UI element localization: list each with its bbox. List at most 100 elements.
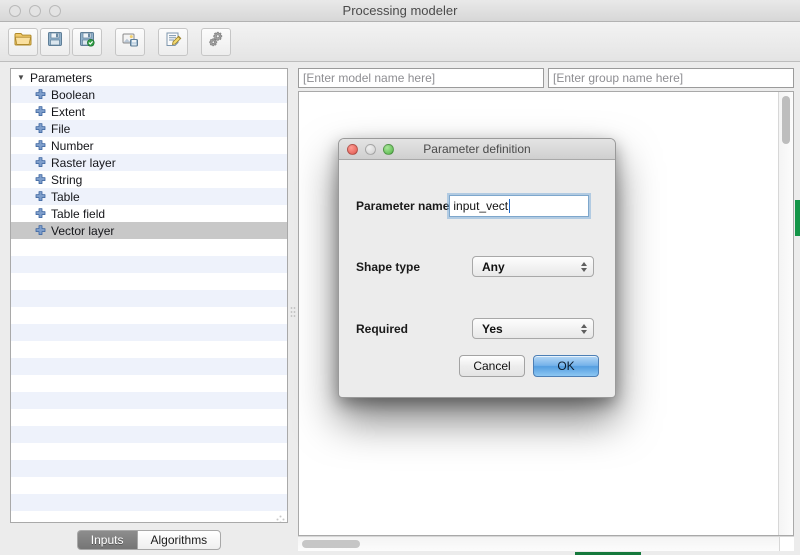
vertical-scrollbar-thumb[interactable] bbox=[782, 96, 790, 144]
plus-cross-icon bbox=[30, 106, 50, 117]
plus-cross-icon bbox=[30, 140, 50, 151]
plus-cross-icon bbox=[30, 123, 50, 134]
dialog-minimize-button[interactable] bbox=[365, 143, 376, 155]
tree-item-label: Table field bbox=[51, 206, 106, 221]
export-image-button[interactable] bbox=[115, 27, 145, 56]
tree-root-label: Parameters bbox=[30, 70, 93, 85]
shape-type-value: Any bbox=[482, 259, 505, 274]
text-caret bbox=[509, 199, 511, 213]
dialog-zoom-button[interactable] bbox=[383, 143, 394, 155]
tab-inputs[interactable]: Inputs bbox=[76, 529, 137, 550]
edit-help-button[interactable] bbox=[158, 27, 188, 56]
plus-cross-icon bbox=[30, 174, 50, 185]
parameter-definition-dialog: Parameter definition Parameter name inpu… bbox=[338, 138, 616, 398]
stepper-arrows-icon bbox=[581, 323, 587, 334]
tree-item-vector-layer[interactable]: Vector layer bbox=[11, 222, 287, 239]
inputs-panel: ▼ Parameters Boolean Extent File Number Raster… bbox=[10, 68, 288, 551]
resize-grip-icon[interactable] bbox=[276, 511, 285, 522]
model-name-row: [Enter model name here] [Enter group nam… bbox=[298, 68, 794, 91]
edit-note-icon bbox=[165, 31, 182, 52]
tree-empty-row bbox=[11, 358, 287, 375]
required-select[interactable]: Yes bbox=[472, 318, 594, 339]
dialog-titlebar: Parameter definition bbox=[339, 139, 615, 160]
cancel-button[interactable]: Cancel bbox=[459, 355, 525, 377]
plus-cross-icon bbox=[30, 208, 50, 219]
minimize-button[interactable] bbox=[29, 4, 41, 17]
tree-item-label: Extent bbox=[51, 104, 86, 119]
open-folder-icon bbox=[14, 31, 32, 52]
shape-type-label: Shape type bbox=[356, 259, 421, 274]
close-button[interactable] bbox=[9, 4, 21, 17]
tree-empty-row bbox=[11, 511, 287, 522]
parameters-tree[interactable]: ▼ Parameters Boolean Extent File Number Raster… bbox=[10, 68, 288, 523]
background-window-green-edge-right bbox=[795, 200, 800, 236]
required-label: Required bbox=[356, 321, 409, 336]
panel-tabbar: Inputs Algorithms bbox=[10, 523, 288, 551]
save-model-as-button[interactable] bbox=[72, 27, 102, 56]
tree-item-file[interactable]: File bbox=[11, 120, 287, 137]
tree-empty-row bbox=[11, 239, 287, 256]
tree-empty-row bbox=[11, 341, 287, 358]
tree-item-label: Vector layer bbox=[51, 223, 115, 238]
model-name-input[interactable]: [Enter model name here] bbox=[298, 68, 544, 88]
tree-item-extent[interactable]: Extent bbox=[11, 103, 287, 120]
plus-cross-icon bbox=[30, 89, 50, 100]
parameter-name-input[interactable]: input_vect bbox=[449, 195, 590, 217]
run-model-button[interactable] bbox=[201, 27, 231, 56]
tree-item-label: String bbox=[51, 172, 83, 187]
gears-icon bbox=[208, 31, 225, 52]
tree-item-raster-layer[interactable]: Raster layer bbox=[11, 154, 287, 171]
shape-type-row: Shape type Any bbox=[356, 256, 594, 277]
horizontal-scrollbar-thumb[interactable] bbox=[302, 540, 360, 548]
tree-item-label: Raster layer bbox=[51, 155, 116, 170]
plus-cross-icon bbox=[30, 157, 50, 168]
tree-empty-row bbox=[11, 324, 287, 341]
window-titlebar: Processing modeler bbox=[0, 0, 800, 22]
tree-empty-row bbox=[11, 256, 287, 273]
tree-empty-row bbox=[11, 477, 287, 494]
tree-item-label: File bbox=[51, 121, 71, 136]
parameter-name-value: input_vect bbox=[453, 199, 509, 213]
scrollbar-corner bbox=[779, 536, 794, 551]
tab-algorithms[interactable]: Algorithms bbox=[136, 529, 222, 550]
save-model-button[interactable] bbox=[40, 27, 70, 56]
splitter-grip-icon bbox=[290, 305, 296, 317]
dialog-close-button[interactable] bbox=[347, 143, 358, 155]
tree-empty-row bbox=[11, 443, 287, 460]
tree-item-number[interactable]: Number bbox=[11, 137, 287, 154]
dialog-button-row: Cancel OK bbox=[459, 355, 599, 377]
tree-item-table[interactable]: Table bbox=[11, 188, 287, 205]
zoom-button[interactable] bbox=[49, 4, 61, 17]
shape-type-select[interactable]: Any bbox=[472, 256, 594, 277]
required-value: Yes bbox=[482, 321, 503, 336]
main-toolbar bbox=[0, 22, 800, 62]
ok-button[interactable]: OK bbox=[533, 355, 599, 377]
tree-item-table-field[interactable]: Table field bbox=[11, 205, 287, 222]
tree-item-string[interactable]: String bbox=[11, 171, 287, 188]
panel-splitter[interactable] bbox=[288, 68, 298, 551]
tree-item-label: Number bbox=[51, 138, 94, 153]
dialog-traffic-lights bbox=[339, 143, 394, 155]
tree-root-parameters[interactable]: ▼ Parameters bbox=[11, 69, 287, 86]
tree-item-label: Boolean bbox=[51, 87, 96, 102]
tree-empty-row bbox=[11, 460, 287, 477]
window-title: Processing modeler bbox=[342, 3, 458, 18]
required-row: Required Yes bbox=[356, 318, 594, 339]
parameter-name-row: Parameter name input_vect bbox=[356, 195, 590, 217]
tree-empty-row bbox=[11, 494, 287, 511]
tree-empty-row bbox=[11, 409, 287, 426]
group-name-input[interactable]: [Enter group name here] bbox=[548, 68, 794, 88]
canvas-horizontal-scrollbar[interactable] bbox=[298, 536, 779, 551]
canvas-bottom-row bbox=[298, 536, 794, 551]
floppy-save-as-icon bbox=[79, 31, 95, 52]
tree-empty-row bbox=[11, 307, 287, 324]
export-image-icon bbox=[122, 31, 139, 52]
tree-item-boolean[interactable]: Boolean bbox=[11, 86, 287, 103]
dialog-body: Parameter name input_vect Shape type Any… bbox=[339, 160, 615, 397]
canvas-vertical-scrollbar[interactable] bbox=[778, 92, 793, 535]
stepper-arrows-icon bbox=[581, 261, 587, 272]
disclosure-triangle-icon[interactable]: ▼ bbox=[17, 73, 30, 82]
floppy-save-icon bbox=[47, 31, 63, 52]
tree-empty-row bbox=[11, 273, 287, 290]
open-model-button[interactable] bbox=[8, 27, 38, 56]
